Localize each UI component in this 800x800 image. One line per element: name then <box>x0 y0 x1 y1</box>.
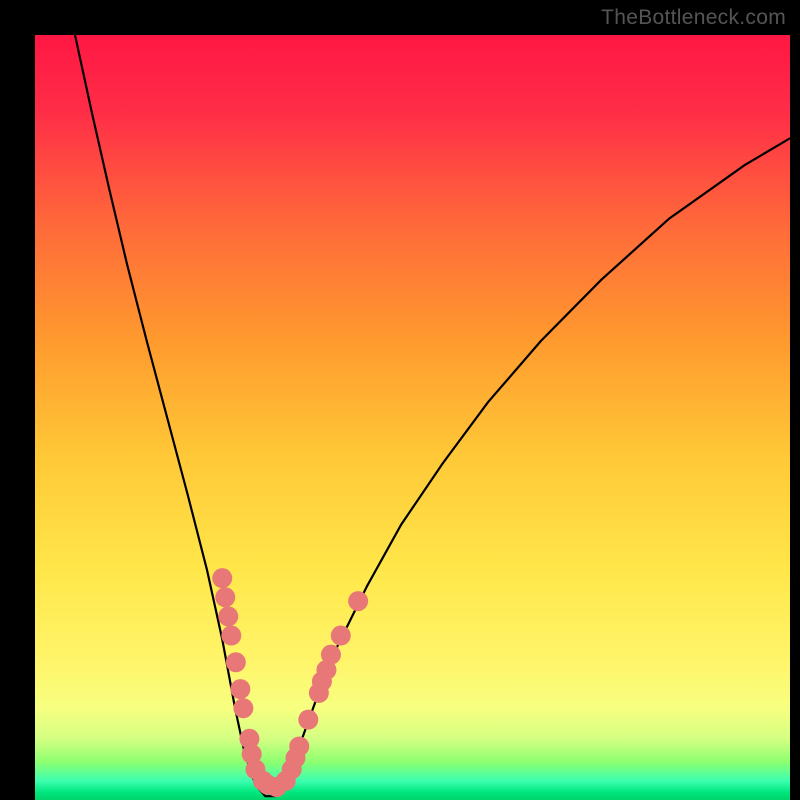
scatter-point <box>221 626 241 646</box>
chart-container <box>35 35 790 800</box>
scatter-point <box>212 568 232 588</box>
scatter-point <box>233 698 253 718</box>
curve-layer <box>35 35 790 800</box>
scatter-point <box>230 679 250 699</box>
scatter-point <box>321 645 341 665</box>
scatter-point <box>331 626 351 646</box>
scatter-point <box>289 736 309 756</box>
scatter-point <box>226 652 246 672</box>
scatter-points-group <box>212 568 368 797</box>
bottleneck-curve-line <box>75 35 790 796</box>
scatter-point <box>215 587 235 607</box>
scatter-point <box>348 591 368 611</box>
scatter-point <box>298 710 318 730</box>
scatter-point <box>218 606 238 626</box>
watermark-text: TheBottleneck.com <box>601 6 786 30</box>
